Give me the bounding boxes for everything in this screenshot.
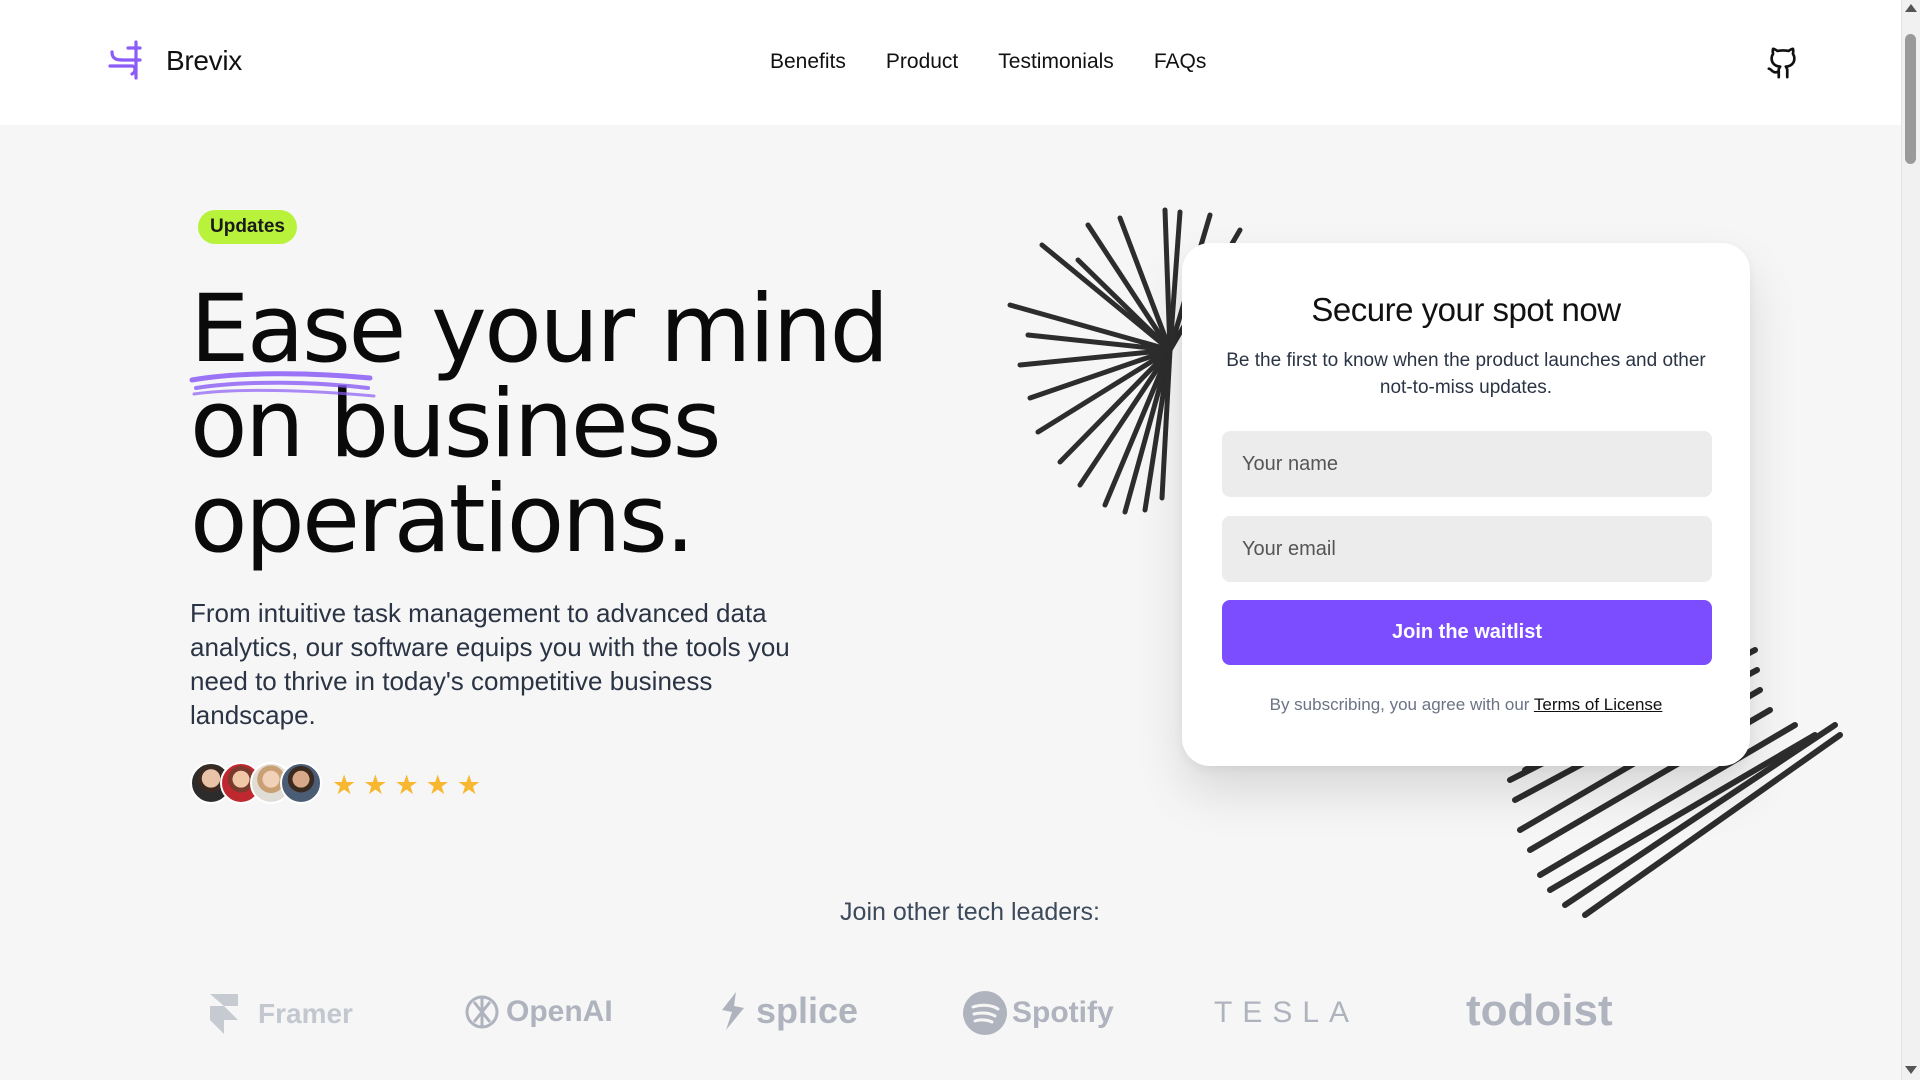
avatar	[280, 762, 322, 804]
site-header: Brevix Benefits Product Testimonials FAQ…	[0, 0, 1902, 125]
main-nav: Benefits Product Testimonials FAQs	[770, 50, 1206, 74]
tesla-logo: TESLA	[1214, 996, 1359, 1030]
openai-icon	[465, 995, 499, 1029]
headline-line-3: operations.	[190, 465, 695, 574]
scroll-thumb[interactable]	[1905, 34, 1916, 164]
star-icon: ★	[363, 770, 388, 800]
splice-label: splice	[756, 990, 859, 1031]
terms-text: By subscribing, you agree with our Terms…	[1182, 695, 1750, 715]
star-icon: ★	[394, 770, 419, 800]
email-input[interactable]	[1222, 516, 1712, 582]
card-subtitle: Be the first to know when the product la…	[1226, 350, 1706, 398]
openai-logo: OpenAI	[462, 992, 613, 1032]
tesla-label: TESLA	[1214, 996, 1360, 1029]
scroll-down-arrow-icon[interactable]	[1905, 1066, 1917, 1074]
spotify-icon	[963, 991, 1007, 1035]
join-waitlist-button[interactable]: Join the waitlist	[1222, 600, 1712, 665]
highlight-squiggle-icon	[189, 371, 376, 398]
brevix-logo-icon	[108, 40, 142, 80]
waitlist-card: Secure your spot now Be the first to kno…	[1182, 243, 1750, 766]
terms-link[interactable]: Terms of License	[1534, 695, 1663, 714]
brand-name: Brevix	[166, 45, 242, 76]
nav-testimonials[interactable]: Testimonials	[998, 50, 1114, 74]
rating-stars: ★ ★ ★ ★ ★	[332, 770, 481, 800]
framer-label: Framer	[258, 998, 353, 1029]
name-input[interactable]	[1222, 431, 1712, 497]
terms-prefix: By subscribing, you agree with our	[1269, 695, 1534, 714]
splice-logo: splice	[718, 990, 858, 1032]
todoist-label: todoist	[1466, 986, 1613, 1035]
scroll-up-arrow-icon[interactable]	[1905, 4, 1917, 12]
star-icon: ★	[456, 770, 482, 800]
headline-line-1: Ease your mind	[190, 275, 889, 384]
spotify-logo: Spotify	[962, 990, 1114, 1036]
hero-description: From intuitive task management to advanc…	[190, 598, 790, 730]
hero-headline: Ease your mind on business operations.	[190, 282, 890, 567]
card-title: Secure your spot now	[1311, 291, 1621, 328]
nav-benefits[interactable]: Benefits	[770, 50, 846, 74]
nav-product[interactable]: Product	[886, 50, 958, 74]
splice-icon	[722, 992, 744, 1030]
brand-logo[interactable]: Brevix	[106, 38, 242, 84]
leaders-title: Join other tech leaders:	[840, 898, 1100, 926]
star-icon: ★	[332, 770, 357, 800]
todoist-logo: todoist	[1466, 986, 1613, 1036]
nav-faqs[interactable]: FAQs	[1154, 50, 1207, 74]
user-avatars	[190, 762, 322, 804]
updates-badge: Updates	[198, 210, 297, 244]
framer-icon	[210, 994, 238, 1034]
framer-logo: Framer	[208, 992, 353, 1036]
brand-logos: Framer OpenAI splice Spotify TESLA todoi…	[208, 986, 1628, 1056]
openai-label: OpenAI	[506, 995, 613, 1028]
github-icon[interactable]	[1766, 46, 1800, 80]
spotify-label: Spotify	[1012, 996, 1114, 1029]
star-icon: ★	[425, 770, 450, 800]
